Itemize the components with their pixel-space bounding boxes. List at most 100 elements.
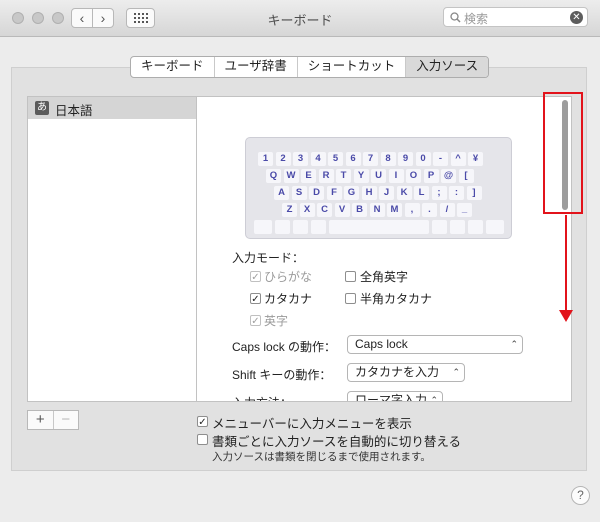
updown-arrow-icon: ⌃: [430, 395, 438, 402]
zenkaku-eiji-label: 全角英字: [360, 270, 409, 284]
keyboard-key: O: [406, 169, 421, 183]
keyboard-key: S: [291, 186, 307, 200]
keyboard-key: Y: [353, 169, 369, 183]
keyboard-key: J: [379, 186, 394, 200]
auto-switch-note: 入力ソースは書類を閉じるまで使用されます。: [212, 451, 431, 463]
keyboard-key: P: [423, 169, 439, 183]
keyboard-key: H: [361, 186, 377, 200]
keyboard-key: X: [299, 203, 315, 217]
keyboard-key: [311, 220, 326, 234]
keyboard-key: [: [458, 169, 474, 183]
shift-value: カタカナを入力: [355, 365, 440, 379]
add-source-button[interactable]: +: [28, 411, 53, 429]
updown-arrow-icon: ⌃: [452, 367, 460, 377]
keyboard-key: W: [283, 169, 299, 183]
keyboard-key: -: [433, 152, 448, 166]
keyboard-key: /: [439, 203, 455, 217]
auto-switch-checkbox[interactable]: [197, 434, 208, 445]
keyboard-key: ¥: [468, 152, 483, 166]
caps-lock-value: Caps lock: [355, 337, 408, 351]
tab-bar: キーボード ユーザ辞書 ショートカット 入力ソース: [130, 56, 490, 78]
keyboard-key: [293, 220, 308, 234]
tab-shortcuts[interactable]: ショートカット: [298, 57, 407, 77]
keyboard-key: Q: [266, 169, 281, 183]
tab-user-dictionary[interactable]: ユーザ辞書: [215, 57, 298, 77]
zenkaku-eiji-checkbox[interactable]: [345, 271, 356, 282]
keyboard-key: ^: [450, 152, 466, 166]
keyboard-key: [450, 220, 465, 234]
keyboard-key: T: [336, 169, 351, 183]
keyboard-key: 7: [363, 152, 378, 166]
keyboard-key: [486, 220, 504, 234]
input-source-list[interactable]: あ 日本語: [27, 96, 197, 402]
keyboard-key: Z: [282, 203, 297, 217]
keyboard-key: B: [352, 203, 367, 217]
keyboard-key: N: [369, 203, 385, 217]
keyboard-key: 9: [398, 152, 413, 166]
input-method-popup[interactable]: ローマ字入力 ⌃: [347, 391, 443, 402]
input-source-label: 日本語: [55, 104, 93, 118]
keyboard-key: [329, 220, 429, 234]
input-source-detail: 1 2 3 4 5 6 7 8 9 0- ^ ¥ Q W E R T Y U I O P @[A S D F G H J K L;:] Z X C…: [196, 96, 572, 402]
keyboard-key: [275, 220, 290, 234]
keyboard-key: 2: [275, 152, 291, 166]
keyboard-key: E: [301, 169, 316, 183]
keyboard-key: 8: [380, 152, 396, 166]
keyboard-key: [432, 220, 447, 234]
keyboard-key: G: [344, 186, 359, 200]
keyboard-key: .: [422, 203, 437, 217]
keyboard-key: A: [274, 186, 289, 200]
keyboard-key: C: [317, 203, 332, 217]
keyboard-key: K: [396, 186, 412, 200]
add-remove-control: + −: [27, 410, 79, 430]
eiji-checkbox: ✓: [250, 315, 261, 327]
keyboard-key: :: [449, 186, 464, 200]
keyboard-key: D: [309, 186, 324, 200]
eiji-label: 英字: [264, 314, 289, 328]
keyboard-key: ;: [431, 186, 447, 200]
hiragana-checkbox: ✓: [250, 271, 261, 283]
auto-switch-label: 書類ごとに入力ソースを自動的に切り替える: [212, 435, 462, 449]
caps-lock-popup[interactable]: Caps lock ⌃: [347, 335, 523, 354]
keyboard-key: 3: [293, 152, 308, 166]
tab-keyboard[interactable]: キーボード: [131, 57, 215, 77]
keyboard-key: 1: [258, 152, 273, 166]
search-icon: [450, 12, 461, 23]
keyboard-key: ]: [466, 186, 482, 200]
keyboard-key: M: [387, 203, 402, 217]
scroll-down-arrow-shaft: [565, 215, 567, 311]
remove-source-button[interactable]: −: [52, 411, 79, 429]
caps-lock-label: Caps lock の動作：: [232, 340, 337, 354]
keyboard-key: [468, 220, 483, 234]
show-input-menu-checkbox[interactable]: ✓: [197, 416, 208, 428]
clear-search-icon[interactable]: ✕: [570, 11, 583, 24]
scroll-down-arrow-icon: [559, 310, 573, 322]
shift-popup[interactable]: カタカナを入力 ⌃: [347, 363, 465, 382]
keyboard-key: 0: [415, 152, 431, 166]
scrollbar-highlight-box: [543, 92, 583, 214]
keyboard-key: F: [326, 186, 342, 200]
input-method-value: ローマ字入力: [355, 393, 428, 402]
keyboard-layout-preview: 1 2 3 4 5 6 7 8 9 0- ^ ¥ Q W E R T Y U I O P @[A S D F G H J K L;:] Z X C…: [245, 137, 512, 239]
input-source-item-japanese[interactable]: あ 日本語: [28, 97, 196, 119]
keyboard-key: 5: [328, 152, 343, 166]
keyboard-key: 4: [310, 152, 326, 166]
shift-label: Shift キーの動作：: [232, 368, 332, 382]
help-button[interactable]: ?: [571, 486, 590, 505]
keyboard-key: 6: [345, 152, 361, 166]
show-input-menu-label: メニューバーに入力メニューを表示: [212, 417, 412, 431]
tab-input-sources[interactable]: 入力ソース: [406, 57, 489, 77]
keyboard-key: _: [457, 203, 472, 217]
hankaku-katakana-checkbox[interactable]: [345, 293, 356, 304]
keyboard-key: V: [334, 203, 350, 217]
title-bar: ‹ › キーボード 検索 ✕: [0, 0, 600, 37]
search-field[interactable]: 検索 ✕: [443, 7, 588, 27]
katakana-checkbox[interactable]: ✓: [250, 293, 261, 305]
keyboard-key: @: [441, 169, 456, 183]
keyboard-key: ,: [404, 203, 420, 217]
keyboard-key: R: [318, 169, 334, 183]
keyboard-key: L: [414, 186, 429, 200]
input-method-label: 入力方法：: [232, 394, 292, 401]
katakana-label: カタカナ: [264, 292, 313, 306]
search-placeholder: 検索: [464, 12, 489, 26]
